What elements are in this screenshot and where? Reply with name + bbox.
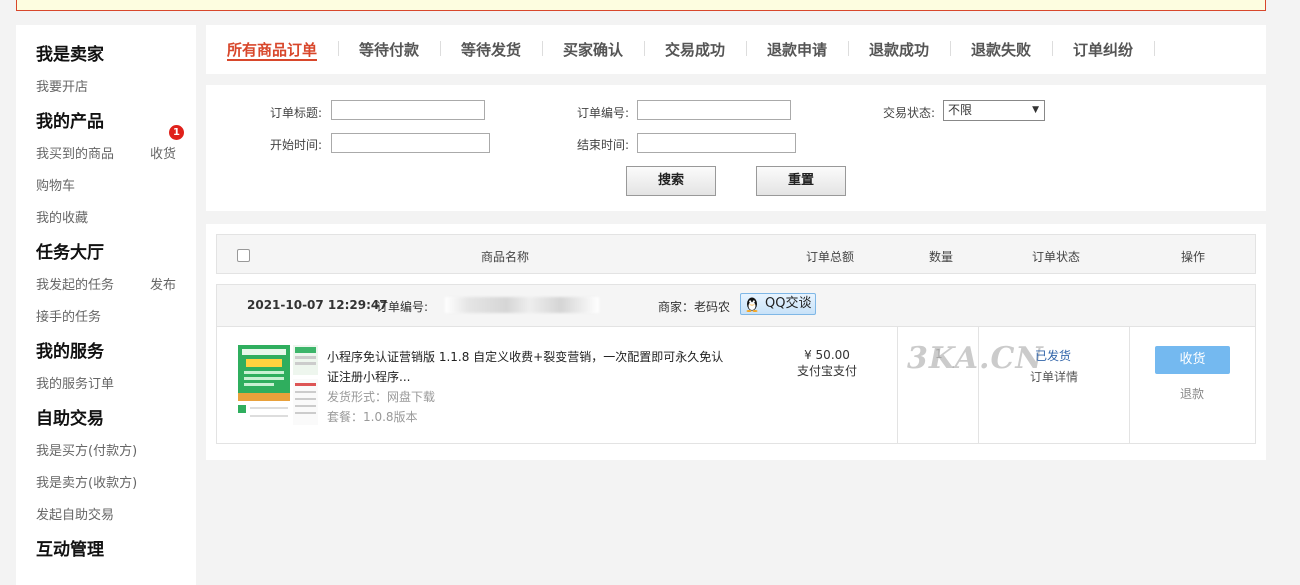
sidebar-item-start-trade[interactable]: 发起自助交易 (36, 504, 114, 523)
qq-penguin-icon (746, 297, 758, 312)
order-tabs: 所有商品订单 等待付款 等待发货 买家确认 交易成功 退款申请 退款成功 退款失… (206, 25, 1266, 74)
order-row-body: 小程序免认证营销版 1.1.8 自定义收费+裂变营销，一次配置即可永久免认证注册… (216, 326, 1256, 444)
order-no-label: 订单编号: (577, 106, 630, 120)
order-no-input[interactable] (637, 100, 791, 120)
tab-divider (1154, 41, 1155, 56)
delivery-method: 发货形式：网盘下载 (327, 390, 436, 404)
merchant-name: 商家：老码农 (658, 300, 731, 314)
order-price: ¥ 50.00 支付宝支付 (777, 347, 877, 379)
sidebar-item-cart[interactable]: 购物车 (36, 175, 75, 194)
order-datetime: 2021-10-07 12:29:47 (247, 298, 388, 312)
sidebar-head-products: 我的产品 (36, 112, 104, 132)
tab-buyer-confirm[interactable]: 买家确认 (563, 39, 623, 60)
order-status: 已发货 (1035, 349, 1072, 363)
order-title-label: 订单标题: (270, 106, 323, 120)
tab-refund-failed[interactable]: 退款失败 (971, 39, 1031, 60)
refund-link[interactable]: 退款 (1180, 385, 1204, 402)
active-tab-underline (227, 59, 317, 61)
tab-divider (338, 41, 339, 56)
order-title-input[interactable] (331, 100, 485, 120)
notification-badge: 1 (169, 125, 184, 140)
order-no-label: 订单编号: (376, 300, 429, 314)
header-product-name: 商品名称 (481, 250, 530, 264)
tab-refund-success[interactable]: 退款成功 (869, 39, 929, 60)
sidebar-head-self-trade: 自助交易 (36, 409, 104, 429)
sidebar-item-service-orders[interactable]: 我的服务订单 (36, 373, 114, 392)
product-thumbnail[interactable] (238, 345, 318, 425)
order-filter-form: 订单标题: 订单编号: 交易状态: 不限 ▼ 开始时间: 结束时间: 搜索 重置 (206, 85, 1266, 211)
orders-panel: 商品名称 订单总额 数量 订单状态 操作 2021-10-07 12:29:47… (206, 224, 1266, 460)
tab-divider (542, 41, 543, 56)
tab-divider (1052, 41, 1053, 56)
tab-refund-request[interactable]: 退款申请 (767, 39, 827, 60)
price-value: ¥ 50.00 (804, 348, 850, 362)
header-order-total: 订单总额 (806, 250, 855, 264)
sidebar-item-seller[interactable]: 我是卖方(收款方) (36, 472, 137, 491)
sidebar: 我是卖家 我要开店 我的产品 我买到的商品 1 收货 购物车 我的收藏 任务大厅… (16, 25, 196, 585)
end-time-input[interactable] (637, 133, 796, 153)
select-all-checkbox[interactable] (237, 249, 250, 262)
qq-chat-label: QQ交谈 (765, 296, 812, 311)
tab-divider (644, 41, 645, 56)
header-quantity: 数量 (929, 250, 954, 264)
reset-button[interactable]: 重置 (756, 166, 846, 196)
trade-status-value: 不限 (948, 103, 973, 117)
tab-trade-success[interactable]: 交易成功 (665, 39, 725, 60)
sidebar-item-open-shop[interactable]: 我要开店 (36, 76, 88, 95)
sidebar-link-receive[interactable]: 收货 (150, 143, 176, 162)
sidebar-item-my-tasks[interactable]: 我发起的任务 (36, 274, 114, 293)
trade-status-label: 交易状态: (883, 106, 936, 120)
dropdown-arrow-icon: ▼ (1032, 105, 1039, 115)
sidebar-link-publish[interactable]: 发布 (150, 274, 176, 293)
tab-all-orders[interactable]: 所有商品订单 (227, 39, 317, 60)
tab-divider (746, 41, 747, 56)
package-version: 套餐：1.0.8版本 (327, 410, 418, 424)
sidebar-head-tasks: 任务大厅 (36, 243, 104, 263)
product-title[interactable]: 小程序免认证营销版 1.1.8 自定义收费+裂变营销，一次配置即可永久免认证注册… (327, 347, 727, 387)
column-divider (1129, 327, 1130, 443)
search-button[interactable]: 搜索 (626, 166, 716, 196)
header-actions: 操作 (1181, 250, 1206, 264)
sidebar-head-interaction: 互动管理 (36, 540, 104, 560)
blurred-order-number (445, 297, 599, 313)
header-order-status: 订单状态 (1032, 250, 1081, 264)
end-time-label: 结束时间: (577, 138, 630, 152)
sidebar-item-accepted-tasks[interactable]: 接手的任务 (36, 306, 101, 325)
payment-method: 支付宝支付 (796, 364, 857, 378)
tab-awaiting-payment[interactable]: 等待付款 (359, 39, 419, 60)
trade-status-select[interactable]: 不限 ▼ (943, 100, 1045, 121)
sidebar-item-buyer[interactable]: 我是买方(付款方) (36, 440, 137, 459)
column-divider (897, 327, 898, 443)
order-row-header: 2021-10-07 12:29:47 订单编号: 商家：老码农 QQ交谈 (216, 284, 1256, 326)
sidebar-head-services: 我的服务 (36, 342, 104, 362)
start-time-label: 开始时间: (270, 138, 323, 152)
tab-awaiting-shipment[interactable]: 等待发货 (461, 39, 521, 60)
qq-chat-button[interactable]: QQ交谈 (740, 293, 816, 315)
tab-divider (950, 41, 951, 56)
watermark-logo: 3KA.CN (907, 341, 1044, 376)
receive-button[interactable]: 收货 (1155, 346, 1230, 374)
start-time-input[interactable] (331, 133, 490, 153)
top-notice-bar (16, 0, 1266, 11)
sidebar-head-seller: 我是卖家 (36, 45, 104, 65)
sidebar-item-bought[interactable]: 我买到的商品 (36, 143, 114, 162)
sidebar-item-favorites[interactable]: 我的收藏 (36, 207, 88, 226)
tab-disputes[interactable]: 订单纠纷 (1073, 39, 1133, 60)
tab-divider (848, 41, 849, 56)
order-detail-link[interactable]: 订单详情 (1030, 368, 1078, 385)
tab-divider (440, 41, 441, 56)
orders-table-header: 商品名称 订单总额 数量 订单状态 操作 (216, 234, 1256, 274)
